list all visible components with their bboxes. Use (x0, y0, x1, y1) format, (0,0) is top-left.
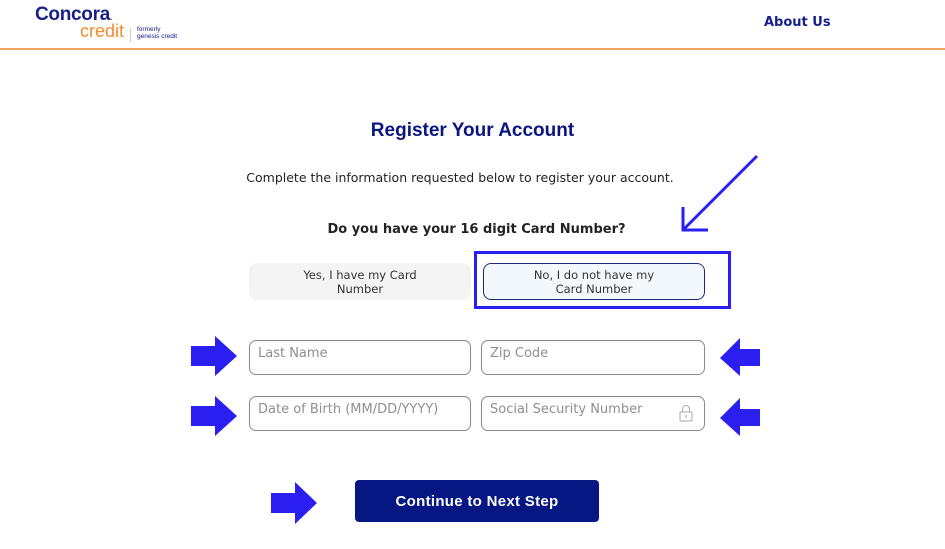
ssn-input[interactable] (481, 396, 705, 431)
logo-formerly-text: formerly genesis credit (137, 26, 178, 40)
option-label-line: No, I do not have my (533, 267, 655, 282)
right-arrow-icon (271, 482, 317, 524)
page-subtitle: Complete the information requested below… (246, 170, 674, 185)
logo-divider (130, 28, 131, 42)
last-name-input[interactable] (249, 340, 471, 375)
option-label-line: Card Number (555, 281, 633, 296)
page-title: Register Your Account (370, 120, 575, 141)
diagonal-arrow-icon (681, 154, 759, 232)
zip-code-input[interactable] (481, 340, 705, 375)
right-arrow-icon (191, 396, 237, 436)
left-arrow-icon (720, 338, 760, 376)
option-label-line: Yes, I have my Card (303, 267, 417, 282)
concora-credit-logo[interactable]: Concora. credit formerly genesis credit (35, 4, 195, 46)
date-of-birth-input[interactable] (249, 396, 471, 431)
card-number-question: Do you have your 16 digit Card Number? (327, 222, 626, 237)
lock-icon (679, 405, 693, 422)
logo-product: credit (80, 21, 125, 41)
has-card-number-option[interactable]: Yes, I have my Card Number (249, 263, 471, 300)
left-arrow-icon (720, 398, 760, 436)
about-us-link[interactable]: About Us (764, 15, 831, 30)
no-card-number-option[interactable]: No, I do not have my Card Number (483, 263, 705, 300)
site-header: Concora. credit formerly genesis credit … (0, 0, 945, 50)
right-arrow-icon (191, 336, 237, 376)
continue-button[interactable]: Continue to Next Step (355, 480, 599, 522)
option-label-line: Number (336, 281, 384, 296)
